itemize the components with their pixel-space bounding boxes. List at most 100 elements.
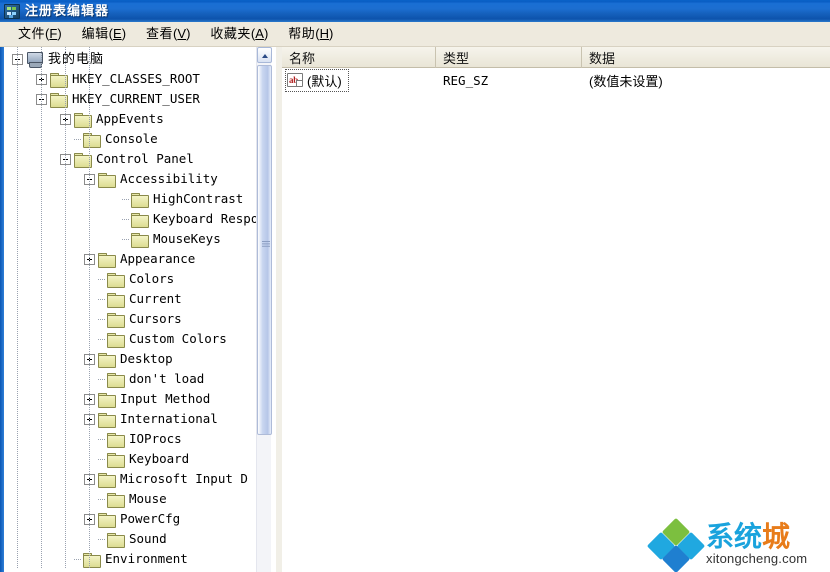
tree-leaf-spacer <box>60 554 71 565</box>
expand-plus-icon[interactable] <box>36 73 47 85</box>
registry-editor-icon <box>4 3 20 19</box>
menu-item-1[interactable]: 文件(F) <box>8 24 72 45</box>
tree-node[interactable]: Accessibility <box>4 169 258 189</box>
tree-node[interactable]: MouseKeys <box>4 229 258 249</box>
column-header-type[interactable]: 类型 <box>436 47 582 68</box>
expand-plus-icon[interactable] <box>84 393 95 405</box>
tree-node[interactable]: Sound <box>4 529 258 549</box>
tree-leaf-spacer <box>60 134 71 145</box>
tree-node[interactable]: Keyboard <box>4 449 258 469</box>
menu-item-accesskey: (H) <box>315 25 334 41</box>
collapse-minus-icon[interactable] <box>12 53 23 65</box>
menu-item-3[interactable]: 查看(V) <box>136 24 200 45</box>
value-type-cell: REG_SZ <box>443 72 489 88</box>
tree-node[interactable]: Microsoft Input D <box>4 469 258 489</box>
string-value-icon: ab <box>287 73 303 87</box>
tree-leaf-spacer <box>84 274 95 285</box>
tree-connector-line <box>98 318 106 320</box>
folder-icon <box>98 172 116 188</box>
list-column-header: 名称 类型 数据 <box>282 47 830 68</box>
tree-vertical-scrollbar[interactable] <box>256 47 272 572</box>
tree-connector-line <box>98 538 106 540</box>
tree-node[interactable]: HighContrast <box>4 189 258 209</box>
folder-icon <box>107 452 125 468</box>
menu-accesskey-letter: H <box>319 25 330 41</box>
menu-accesskey-letter: V <box>177 25 187 41</box>
scroll-up-arrow-icon[interactable] <box>257 47 272 63</box>
registry-tree: 我的电脑 HKEY_CLASSES_ROOT HKEY_CURRENT_USER Ap… <box>4 47 258 569</box>
tree-node[interactable]: Mouse <box>4 489 258 509</box>
tree-leaf-spacer <box>84 434 95 445</box>
tree-node-label: Cursors <box>129 311 182 326</box>
folder-icon <box>107 372 125 388</box>
expand-plus-icon[interactable] <box>84 353 95 365</box>
tree-node[interactable]: don't load <box>4 369 258 389</box>
folder-icon <box>107 272 125 288</box>
tree-node[interactable]: Cursors <box>4 309 258 329</box>
expand-plus-icon[interactable] <box>84 513 95 525</box>
tree-node[interactable]: Desktop <box>4 349 258 369</box>
expand-plus-icon[interactable] <box>84 473 95 485</box>
tree-node[interactable]: Input Method <box>4 389 258 409</box>
tree-node[interactable]: HKEY_CURRENT_USER <box>4 89 258 109</box>
folder-icon <box>98 352 116 368</box>
string-icon-glyph: ab <box>289 75 298 85</box>
collapse-minus-icon[interactable] <box>84 173 95 185</box>
tree-node-label: PowerCfg <box>120 511 181 526</box>
tree-node-label: 我的电脑 <box>48 51 105 66</box>
menu-accesskey-letter: F <box>49 25 58 41</box>
collapse-minus-icon[interactable] <box>36 93 47 105</box>
menu-accesskey-letter: E <box>113 25 122 41</box>
tree-node[interactable]: HKEY_CLASSES_ROOT <box>4 69 258 89</box>
values-list: ab (默认) REG_SZ (数值未设置) <box>282 68 830 92</box>
table-row[interactable]: ab (默认) REG_SZ (数值未设置) <box>282 68 830 92</box>
tree-connector-line <box>98 498 106 500</box>
tree-node-label: Keyboard Respo <box>153 211 258 226</box>
tree-node[interactable]: Colors <box>4 269 258 289</box>
selected-value-focus-rect: ab (默认) <box>285 68 349 92</box>
tree-node-label: Mouse <box>129 491 167 506</box>
expand-plus-icon[interactable] <box>84 413 95 425</box>
value-data-cell: (数值未设置) <box>589 73 663 89</box>
tree-node[interactable]: AppEvents <box>4 109 258 129</box>
collapse-minus-icon[interactable] <box>60 153 71 165</box>
tree-node[interactable]: IOProcs <box>4 429 258 449</box>
tree-node[interactable]: Appearance <box>4 249 258 269</box>
tree-node[interactable]: International <box>4 409 258 429</box>
tree-node[interactable]: Custom Colors <box>4 329 258 349</box>
tree-leaf-spacer <box>108 234 119 245</box>
menu-item-5[interactable]: 帮助(H) <box>278 24 343 45</box>
scrollbar-thumb[interactable] <box>257 65 272 435</box>
tree-node[interactable]: Console <box>4 129 258 149</box>
column-header-name[interactable]: 名称 <box>282 47 436 68</box>
tree-leaf-spacer <box>84 294 95 305</box>
tree-node-label: Appearance <box>120 251 196 266</box>
expand-plus-icon[interactable] <box>60 113 71 125</box>
menu-item-accesskey: (A) <box>250 25 269 41</box>
tree-leaf-spacer <box>84 334 95 345</box>
tree-node[interactable]: Control Panel <box>4 149 258 169</box>
expand-plus-icon[interactable] <box>84 253 95 265</box>
folder-icon <box>98 472 116 488</box>
value-name-cell[interactable]: ab (默认) <box>282 68 436 92</box>
tree-connector-line <box>98 278 106 280</box>
tree-node[interactable]: 我的电脑 <box>4 49 258 69</box>
tree-node[interactable]: Environment <box>4 549 258 569</box>
tree-node[interactable]: Current <box>4 289 258 309</box>
folder-icon <box>74 112 92 128</box>
tree-leaf-spacer <box>84 454 95 465</box>
tree-node[interactable]: PowerCfg <box>4 509 258 529</box>
tree-connector-line <box>74 138 82 140</box>
tree-node-label: Console <box>105 131 158 146</box>
menu-item-2[interactable]: 编辑(E) <box>72 24 136 45</box>
values-list-panel: 名称 类型 数据 ab (默认) REG_SZ (数值未设置) <box>282 47 830 572</box>
tree-node-label: Accessibility <box>120 171 218 186</box>
tree-connector-line <box>74 558 82 560</box>
column-header-data[interactable]: 数据 <box>582 47 830 68</box>
tree-node[interactable]: Keyboard Respo <box>4 209 258 229</box>
menu-item-4[interactable]: 收藏夹(A) <box>200 24 278 45</box>
tree-scroll-area[interactable]: 我的电脑 HKEY_CLASSES_ROOT HKEY_CURRENT_USER Ap… <box>4 47 258 572</box>
menu-accesskey-letter: A <box>255 25 264 41</box>
tree-node-label: HKEY_CURRENT_USER <box>72 91 200 106</box>
folder-icon <box>98 252 116 268</box>
